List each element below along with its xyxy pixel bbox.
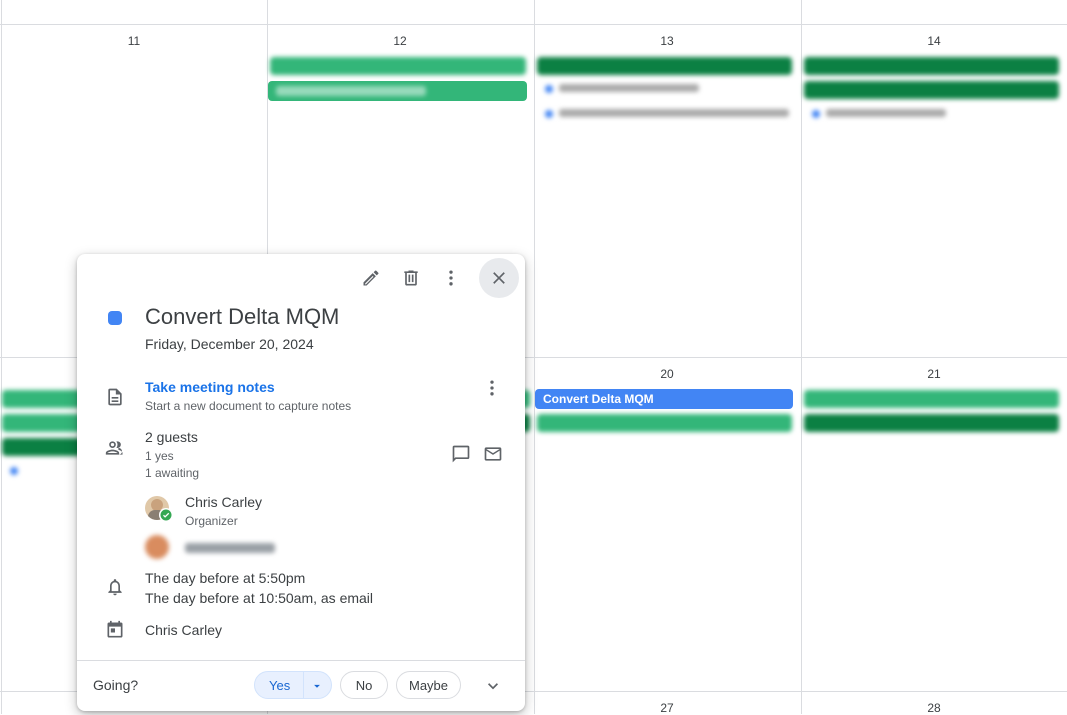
rsvp-yes-label: Yes [269, 677, 291, 693]
guest-count: 2 guests [145, 429, 198, 445]
blurred-event[interactable] [537, 57, 792, 75]
event-title: Convert Delta MQM [145, 304, 340, 329]
guest-summary: 2 guests 1 yes 1 awaiting [145, 429, 199, 480]
blurred-event[interactable] [2, 462, 82, 480]
grid-line [801, 0, 802, 714]
blurred-event[interactable] [2, 438, 82, 456]
trash-icon [404, 270, 418, 286]
day-number[interactable]: 21 [801, 367, 1067, 381]
document-icon [108, 388, 122, 406]
event-convert-delta-mqm[interactable]: Convert Delta MQM [535, 389, 793, 409]
guest-name-redacted [185, 543, 275, 553]
guest-role: Organizer [185, 514, 238, 528]
blurred-event[interactable] [270, 57, 526, 75]
email-guests-button[interactable] [473, 434, 513, 474]
divider [303, 672, 304, 698]
edit-button[interactable] [351, 258, 391, 298]
event-details-popup: Convert Delta MQM Friday, December 20, 2… [77, 254, 525, 711]
rsvp-yes-button[interactable]: Yes [254, 671, 332, 699]
notes-subtitle: Start a new document to capture notes [145, 399, 352, 413]
reminder-1: The day before at 5:50pm [145, 570, 306, 586]
blurred-event[interactable] [537, 414, 792, 432]
bell-icon [108, 579, 122, 596]
guest-second[interactable] [145, 535, 445, 563]
more-options-button[interactable] [431, 258, 471, 298]
expand-rsvp-button[interactable] [473, 666, 513, 706]
blurred-event[interactable] [804, 81, 1059, 99]
event-date: Friday, December 20, 2024 [145, 336, 314, 352]
day-number[interactable]: 27 [534, 701, 800, 715]
dropdown-arrow-icon[interactable] [310, 679, 324, 693]
day-number[interactable]: 12 [267, 34, 533, 48]
day-number[interactable]: 13 [534, 34, 800, 48]
grid-line [1, 0, 2, 714]
day-number[interactable]: 28 [801, 701, 1067, 715]
accepted-badge [159, 508, 173, 522]
more-vert-icon [490, 380, 494, 396]
rsvp-footer: Going? Yes No Maybe [77, 660, 525, 711]
avatar [145, 535, 169, 559]
guest-awaiting-count: 1 awaiting [145, 466, 200, 480]
take-meeting-notes-link[interactable]: Take meeting notes [145, 379, 275, 395]
chat-icon [452, 445, 470, 463]
blurred-event[interactable] [537, 105, 792, 123]
close-button[interactable] [479, 258, 519, 298]
event-color-swatch [108, 311, 122, 325]
mail-icon [484, 447, 502, 461]
chevron-down-icon [488, 683, 498, 690]
grid-line [534, 0, 535, 714]
rsvp-no-button[interactable]: No [340, 671, 388, 699]
guest-name: Chris Carley [185, 494, 263, 510]
day-number[interactable]: 11 [1, 34, 267, 48]
people-icon [105, 441, 123, 455]
blurred-event[interactable] [804, 105, 1059, 123]
more-vert-icon [449, 270, 453, 286]
pencil-icon [363, 270, 379, 286]
going-label: Going? [93, 677, 139, 693]
delete-button[interactable] [391, 258, 431, 298]
blurred-event[interactable] [804, 390, 1059, 408]
day-number[interactable]: 20 [534, 367, 800, 381]
blurred-event[interactable] [537, 80, 792, 98]
close-icon [493, 272, 505, 284]
blurred-event[interactable] [804, 57, 1059, 75]
blurred-event[interactable] [268, 81, 527, 101]
day-number[interactable]: 14 [801, 34, 1067, 48]
reminder-2: The day before at 10:50am, as email [145, 590, 374, 606]
blurred-event[interactable] [2, 414, 82, 432]
guest-organizer[interactable]: Chris Carley Organizer [145, 494, 445, 530]
rsvp-maybe-button[interactable]: Maybe [396, 671, 461, 699]
check-circle-icon [160, 509, 172, 521]
guest-yes-count: 1 yes [145, 449, 174, 463]
calendar-icon [107, 620, 123, 638]
notes-more-button[interactable] [472, 368, 512, 408]
blurred-event[interactable] [2, 390, 82, 408]
calendar-owner: Chris Carley [145, 622, 223, 638]
blurred-event[interactable] [804, 414, 1059, 432]
